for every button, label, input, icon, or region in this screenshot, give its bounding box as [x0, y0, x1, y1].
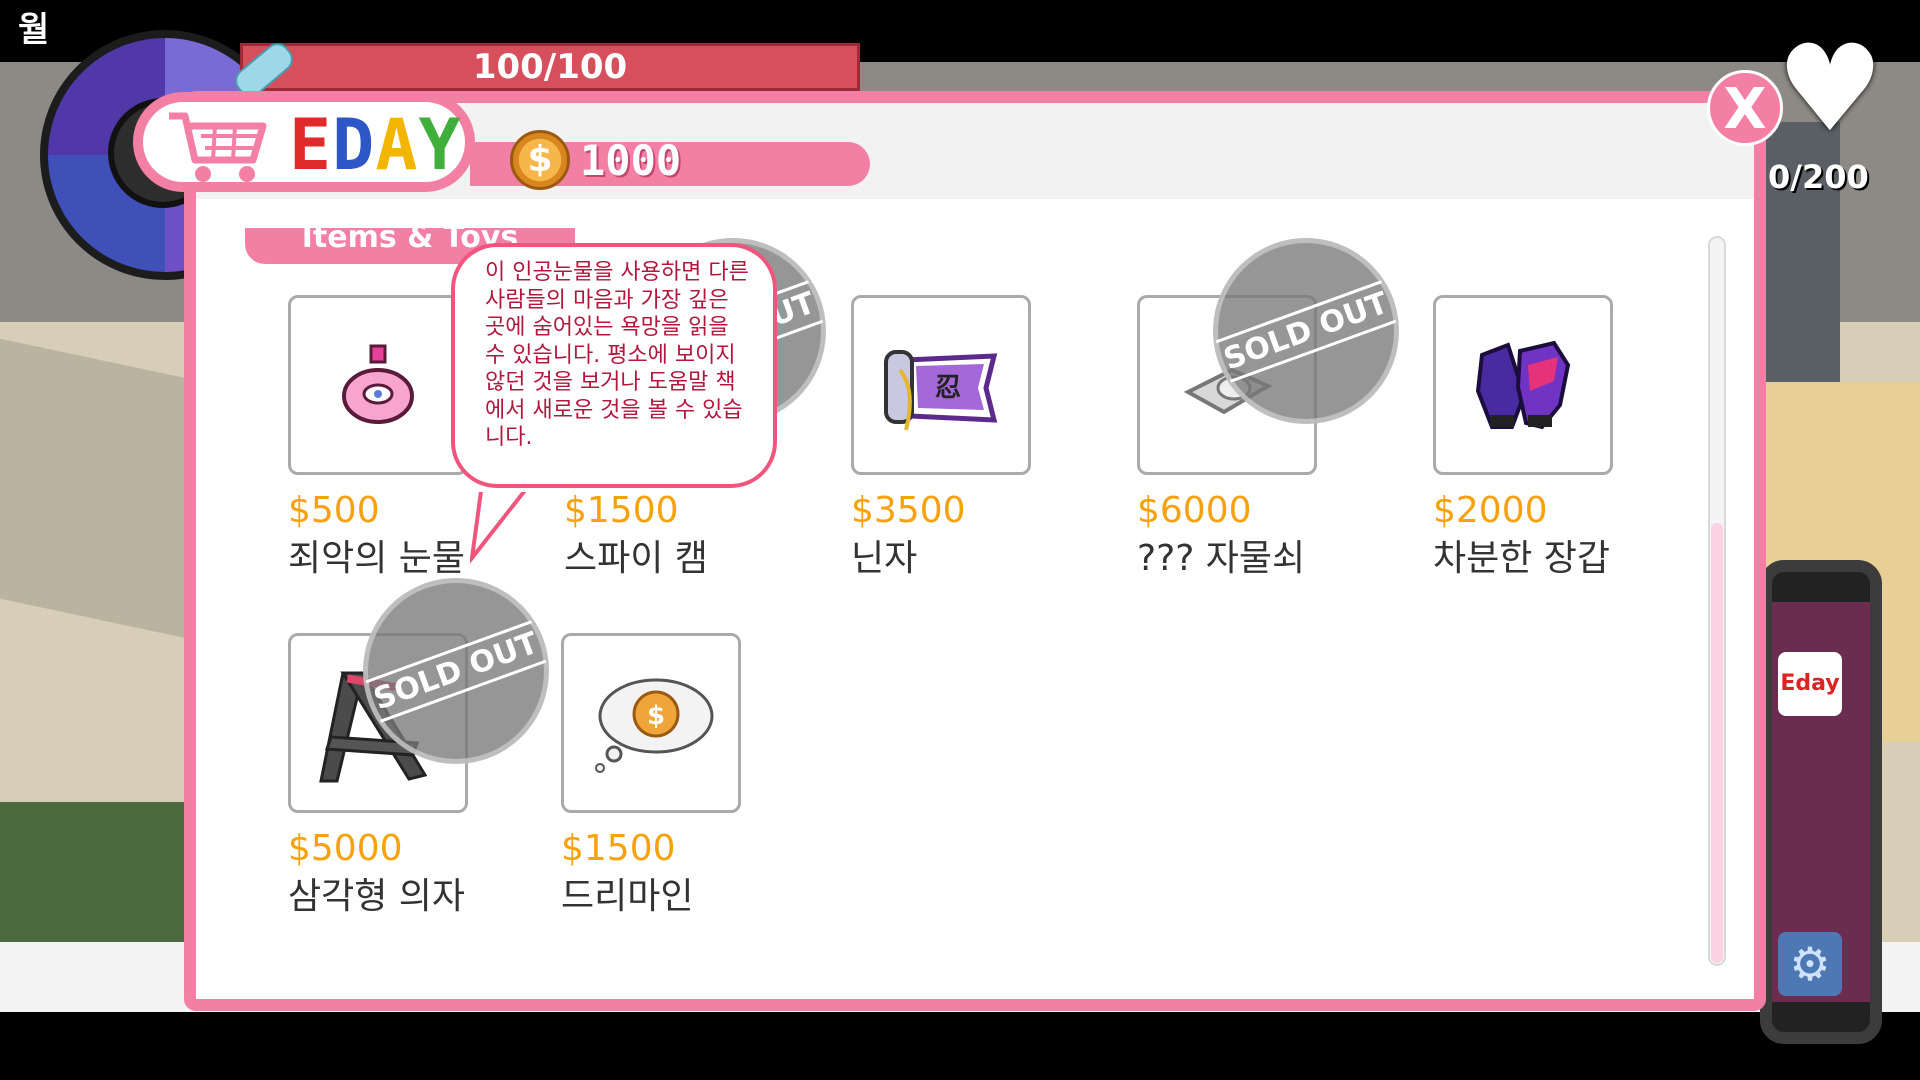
close-button[interactable]: X — [1707, 70, 1783, 146]
item-name: 죄악의 눈물 — [288, 538, 466, 579]
tooltip-tail — [470, 484, 534, 564]
triangle-chair-icon — [319, 671, 428, 783]
item-price: $3500 — [851, 490, 966, 531]
phone-screen: Eday ⚙ — [1772, 602, 1870, 1002]
tear-potion-icon — [342, 344, 414, 424]
shop-item[interactable]: $2000 차분한 장갑 — [1433, 295, 1623, 581]
shop-title-letter: E — [289, 104, 333, 186]
item-price: $1500 — [561, 828, 676, 869]
item-price: $2000 — [1433, 490, 1548, 531]
item-name: 차분한 장갑 — [1433, 538, 1611, 579]
dream-coin-icon: $ — [595, 678, 714, 773]
gear-icon[interactable]: ⚙ — [1778, 932, 1842, 996]
shop-title-letter: D — [332, 104, 376, 186]
item-slot[interactable]: 忍 — [851, 295, 1031, 475]
item-price: $5000 — [288, 828, 403, 869]
weekday-label: 월 — [18, 10, 50, 50]
lock-icon — [1183, 367, 1273, 415]
shop-title: EDAY — [289, 104, 462, 186]
shopping-cart-icon — [169, 112, 267, 182]
shop-title-letter: A — [375, 104, 419, 186]
phone-widget: Eday ⚙ — [1760, 560, 1882, 1044]
shop-item[interactable]: 忍 $3500 닌자 — [851, 295, 1041, 581]
love-counter: 0/200 — [1768, 158, 1869, 196]
item-name: ??? 자물쇠 — [1137, 538, 1306, 579]
shop-logo: EDAY — [133, 92, 475, 192]
svg-text:忍: 忍 — [935, 373, 961, 403]
item-slot[interactable] — [288, 633, 468, 813]
shop-item[interactable]: $6000 ??? 자물쇠 — [1137, 295, 1327, 581]
item-price: $500 — [288, 490, 380, 531]
item-description-tooltip: 이 인공눈물을 사용하면 다른 사람들의 마음과 가장 깊은 곳에 숨어있는 욕… — [451, 243, 777, 488]
item-price: $6000 — [1137, 490, 1252, 531]
item-name: 삼각형 의자 — [288, 876, 466, 917]
item-name: 스파이 캠 — [564, 538, 708, 579]
item-price: $1500 — [564, 490, 679, 531]
gloves-icon — [1475, 340, 1571, 430]
eday-app-icon[interactable]: Eday — [1778, 652, 1842, 716]
scrollbar[interactable] — [1708, 236, 1726, 966]
item-name: 닌자 — [851, 538, 918, 579]
item-slot[interactable] — [288, 295, 468, 475]
heart-ornament-icon: ♥ — [1776, 20, 1884, 159]
item-slot[interactable]: $ — [561, 633, 741, 813]
shop-title-letter: Y — [418, 104, 462, 186]
item-slot[interactable] — [1433, 295, 1613, 475]
scrollbar-thumb[interactable] — [1711, 523, 1723, 963]
svg-text:$: $ — [647, 701, 665, 731]
coin-icon: $ — [510, 130, 570, 190]
ninja-scroll-icon: 忍 — [884, 350, 998, 431]
shop-item[interactable]: $ $1500 드리마인 — [561, 633, 751, 919]
money-value: 1000 — [580, 136, 682, 185]
item-name: 드리마인 — [561, 876, 694, 917]
hp-bar: 100/100 — [240, 43, 860, 91]
item-slot[interactable] — [1137, 295, 1317, 475]
shop-item[interactable]: $5000 삼각형 의자 — [288, 633, 478, 919]
shop-item[interactable]: $500 죄악의 눈물 — [288, 295, 478, 581]
